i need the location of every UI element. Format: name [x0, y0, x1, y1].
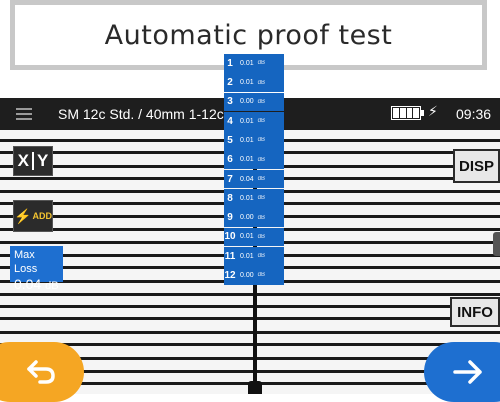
battery-tip	[421, 110, 424, 116]
loss-unit: dB	[257, 195, 265, 202]
loss-unit: dB	[257, 118, 265, 125]
fiber-number: 3	[227, 96, 233, 108]
splice-program-title: SM 12c Std. / 40mm 1-12c	[58, 106, 224, 122]
fiber-line	[0, 343, 500, 346]
loss-unit: dB	[257, 79, 265, 86]
fiber-number: 2	[227, 77, 233, 89]
charging-bolt-icon: ⚡	[428, 104, 438, 120]
loss-unit: dB	[257, 137, 265, 144]
fiber-number: 8	[227, 192, 233, 204]
info-button[interactable]: INFO	[450, 297, 500, 327]
max-loss-panel: Max Loss 0.04 dB	[10, 246, 63, 292]
loss-row: 1 0.01 dB	[224, 54, 284, 73]
clock: 09:36	[456, 106, 492, 122]
loss-row: 10 0.01 dB	[224, 227, 284, 247]
next-arrow-icon	[453, 360, 482, 384]
xy-divider	[32, 152, 34, 170]
fiber-number: 9	[227, 212, 233, 224]
fiber-number: 11	[224, 250, 236, 262]
loss-row: 11 0.01 dB	[224, 246, 284, 266]
xy-x-label: X	[17, 151, 29, 170]
loss-value: 0.01	[240, 194, 254, 202]
add-label: ADD	[32, 211, 52, 221]
loss-value: 0.00	[240, 214, 254, 222]
fiber-number: 4	[227, 115, 233, 127]
fiber-line	[0, 293, 500, 296]
fiber-line	[0, 331, 500, 334]
next-button[interactable]	[424, 342, 500, 402]
fiber-line	[0, 305, 500, 308]
add-arc-button[interactable]: ⚡ ADD	[13, 200, 53, 232]
menu-icon[interactable]	[16, 108, 32, 120]
fiber-line	[0, 317, 500, 320]
loss-row: 8 0.01 dB	[224, 188, 284, 208]
fiber-number: 10	[224, 231, 236, 243]
fiber-number: 5	[227, 134, 233, 146]
loss-list: 1 0.01 dB 2 0.01 dB 3 0.00 dB 4 0.01 dB 5 0.01 dB 6 0.01…	[224, 54, 284, 285]
loss-row: 4 0.01 dB	[224, 111, 284, 131]
fiber-number: 12	[224, 269, 236, 281]
loss-value: 0.01	[240, 136, 254, 144]
loss-value: 0.00	[240, 98, 254, 106]
xy-y-label: Y	[37, 151, 49, 170]
loss-row: 6 0.01 dB	[224, 150, 284, 170]
axis-knob	[248, 381, 262, 394]
loss-unit: dB	[257, 272, 265, 279]
back-button[interactable]	[0, 342, 84, 402]
arc-bolt-icon: ⚡	[14, 207, 32, 224]
loss-value: 0.01	[240, 156, 254, 164]
loss-value: 0.01	[240, 252, 254, 260]
side-panel-tab[interactable]	[493, 232, 500, 256]
loss-row: 2 0.01 dB	[224, 73, 284, 92]
loss-unit: dB	[257, 60, 265, 67]
loss-value: 0.01	[240, 233, 254, 241]
xy-view-button[interactable]: X Y	[13, 146, 53, 176]
loss-unit: dB	[257, 253, 265, 260]
loss-row: 5 0.01 dB	[224, 131, 284, 150]
loss-value: 0.01	[240, 59, 254, 67]
loss-unit: dB	[257, 214, 265, 221]
display-button[interactable]: DISP	[453, 149, 500, 183]
loss-row: 12 0.00 dB	[224, 266, 284, 285]
loss-unit: dB	[257, 176, 265, 183]
loss-value: 0.01	[240, 79, 254, 87]
loss-unit: dB	[257, 156, 265, 163]
max-loss-label: Max Loss	[14, 249, 38, 275]
max-loss-value: 0.04 dB	[14, 276, 59, 292]
fiber-number: 6	[227, 154, 233, 166]
back-arrow-icon	[27, 360, 55, 384]
loss-row: 3 0.00 dB	[224, 92, 284, 112]
loss-row: 7 0.04 dB	[224, 169, 284, 189]
loss-value: 0.04	[240, 175, 254, 183]
loss-unit: dB	[257, 98, 265, 105]
loss-row: 9 0.00 dB	[224, 208, 284, 227]
battery-icon	[391, 106, 421, 120]
caption-title: Automatic proof test	[104, 19, 393, 51]
loss-value: 0.00	[240, 271, 254, 279]
fiber-number: 7	[227, 173, 233, 185]
fiber-number: 1	[227, 57, 233, 69]
loss-value: 0.01	[240, 117, 254, 125]
loss-unit: dB	[257, 233, 265, 240]
